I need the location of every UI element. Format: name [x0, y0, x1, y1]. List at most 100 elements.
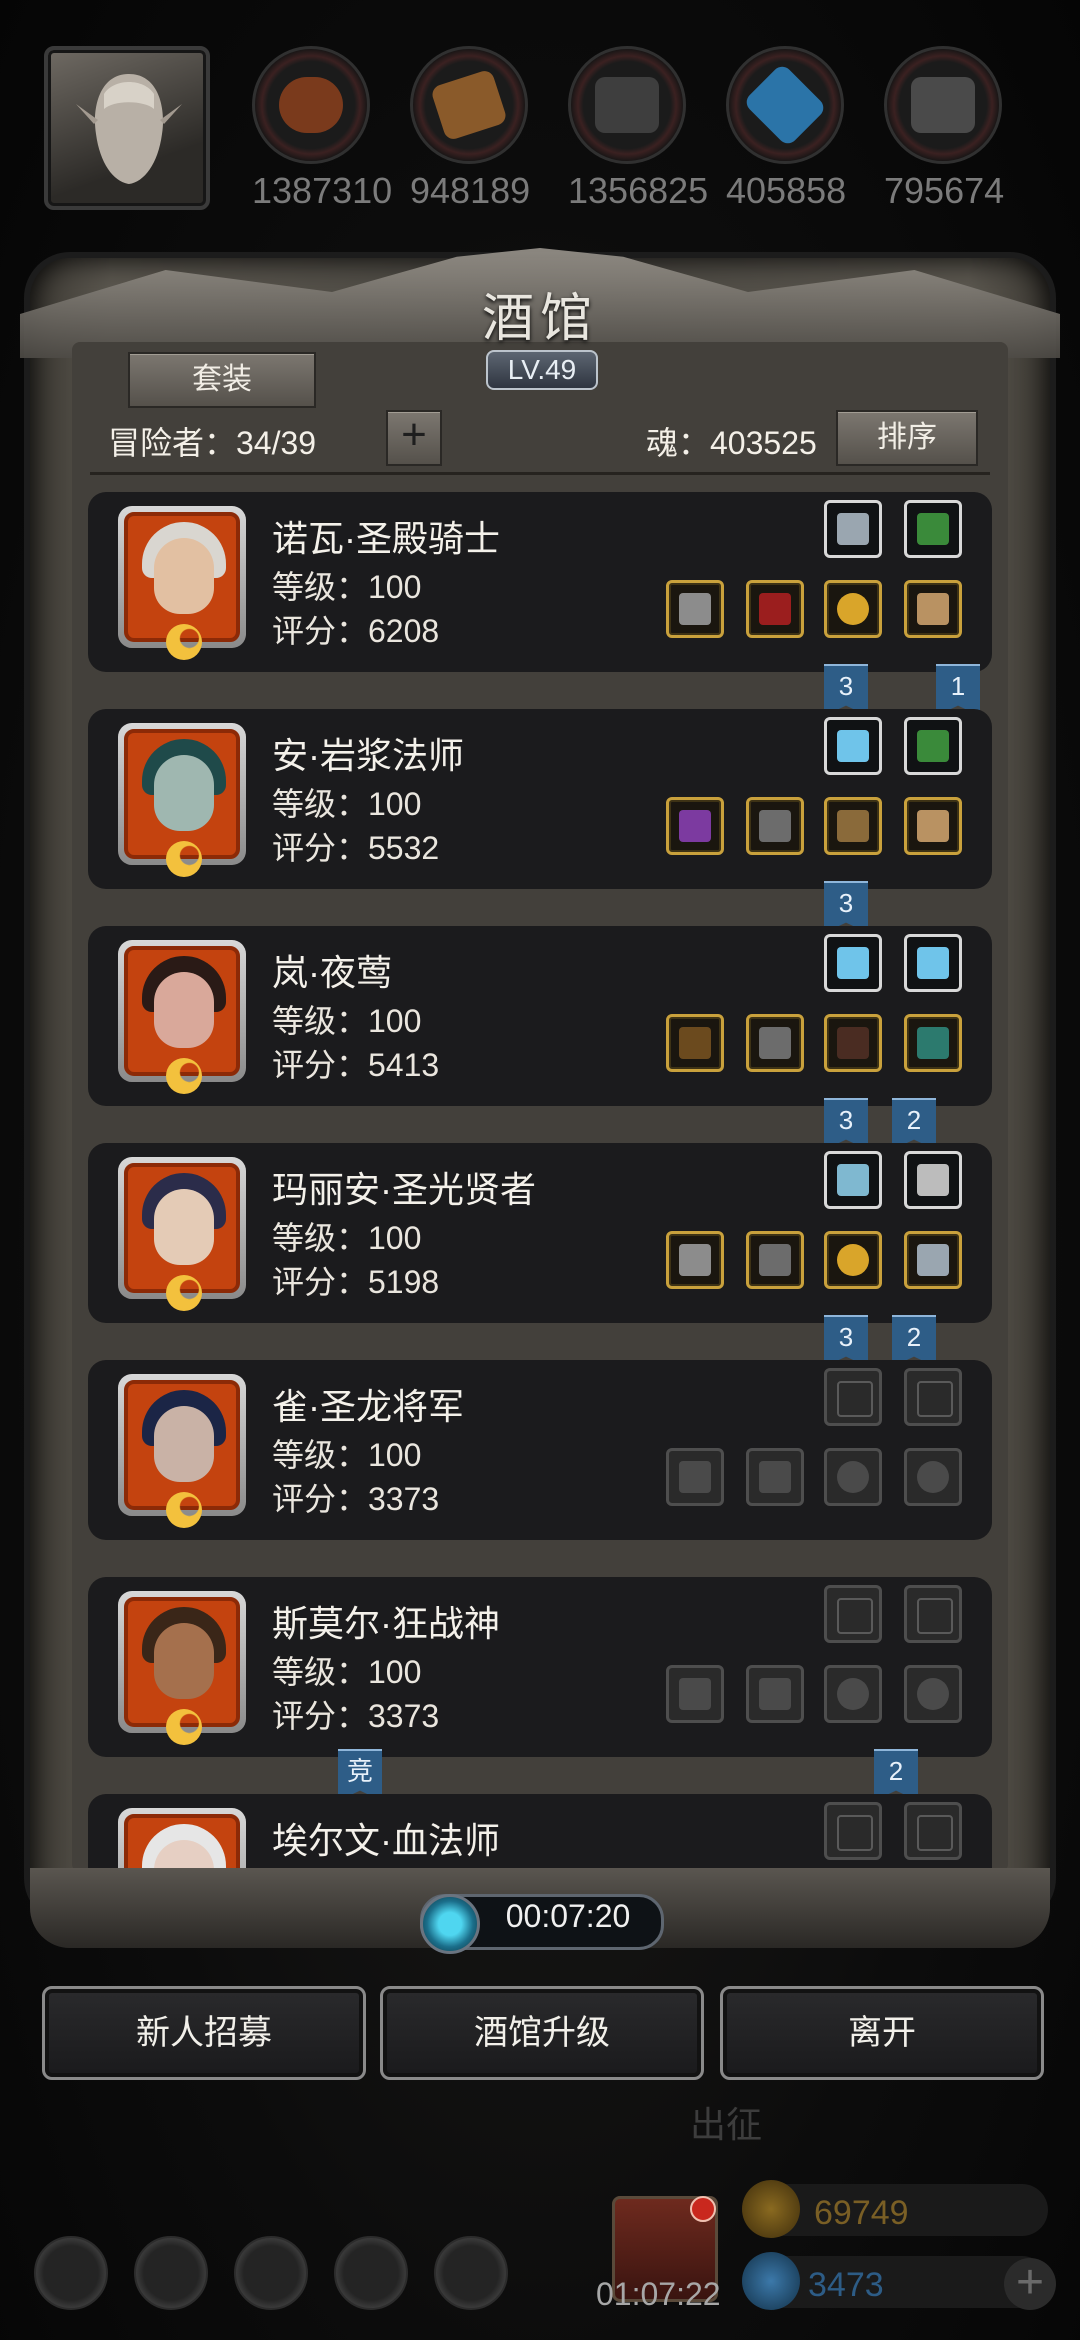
moon-icon: [166, 1058, 202, 1094]
scroll-icon: [917, 730, 949, 762]
hero-row[interactable]: 岚·夜莺 等级：100 评分：5413: [88, 926, 992, 1106]
bottom-equip-slot[interactable]: [746, 797, 804, 855]
top-equip-slot[interactable]: [824, 500, 882, 558]
hero-portrait[interactable]: [118, 506, 246, 660]
hero-portrait[interactable]: [118, 1157, 246, 1311]
bottom-equip-slot[interactable]: [824, 580, 882, 638]
necklace-icon: [837, 810, 869, 842]
empty-slot-icon: [917, 1598, 953, 1634]
bottom-equip-slot[interactable]: [746, 1014, 804, 1072]
hero-row[interactable]: 安·岩浆法师 等级：100 评分：5532: [88, 709, 992, 889]
resource-stone[interactable]: 795674: [884, 46, 1004, 212]
portrait-frame: [124, 1380, 240, 1510]
hero-row[interactable]: 雀·圣龙将军 等级：100 评分：3373: [88, 1360, 992, 1540]
top-equip-slot[interactable]: [824, 1802, 882, 1860]
top-equip-slot[interactable]: [904, 500, 962, 558]
robe-icon: [759, 593, 791, 625]
hero-score: 评分：3373: [272, 1481, 440, 1517]
hero-row[interactable]: 埃尔文·血法师: [88, 1794, 992, 1872]
bottom-equip-slot[interactable]: [904, 797, 962, 855]
hero-score: 评分：5198: [272, 1264, 440, 1300]
hero-row[interactable]: 斯莫尔·狂战神 等级：100 评分：3373: [88, 1577, 992, 1757]
ring-icon: [917, 1678, 949, 1710]
top-equip-slot[interactable]: [904, 1151, 962, 1209]
book-icon: [917, 1244, 949, 1276]
empty-slot-icon: [837, 1381, 873, 1417]
crystal-icon: [837, 730, 869, 762]
cloak-icon: [837, 1027, 869, 1059]
resource-iron[interactable]: 1356825: [568, 46, 709, 212]
top-equip-slot[interactable]: [824, 1151, 882, 1209]
bottom-equip-slot[interactable]: [904, 1448, 962, 1506]
ring-icon: [917, 1461, 949, 1493]
bottom-equip-slot[interactable]: [824, 797, 882, 855]
clock-icon: [420, 1894, 480, 1954]
hero-portrait[interactable]: [118, 723, 246, 877]
hero-name: 岚·夜莺: [272, 952, 392, 993]
top-equip-slot[interactable]: [824, 717, 882, 775]
recruit-button[interactable]: 新人招募: [42, 1986, 366, 2080]
bracer-icon: [917, 1027, 949, 1059]
bottom-equip-slot[interactable]: [746, 1665, 804, 1723]
sort-button[interactable]: 排序: [836, 410, 978, 466]
hero-face: [154, 1406, 214, 1482]
player-avatar[interactable]: [44, 46, 210, 210]
bottom-equip-slot[interactable]: [904, 580, 962, 638]
tavern-upgrade-button[interactable]: 酒馆升级: [380, 1986, 704, 2080]
bottom-equip-slot[interactable]: [904, 1665, 962, 1723]
hero-score: 评分：3373: [272, 1698, 440, 1734]
gear-icon: [34, 2236, 108, 2310]
leave-button[interactable]: 离开: [720, 1986, 1044, 2080]
top-equip-slot[interactable]: [904, 717, 962, 775]
resource-wood-value: 948189: [410, 170, 531, 211]
hero-portrait[interactable]: [118, 940, 246, 1094]
hero-list[interactable]: 诺瓦·圣殿骑士 等级：100 评分：6208 3 1 安·岩浆法师 等级：100 评分：553…: [88, 484, 992, 1872]
resource-meat[interactable]: 1387310: [252, 46, 392, 212]
top-equip-slot[interactable]: [824, 1368, 882, 1426]
scroll-icon: [917, 513, 949, 545]
top-equip-slot[interactable]: [904, 1368, 962, 1426]
bottom-equip-slot[interactable]: [746, 1448, 804, 1506]
bottom-equip-slot[interactable]: [666, 580, 724, 638]
hero-name: 诺瓦·圣殿骑士: [272, 518, 500, 559]
bottom-equip-slot[interactable]: [904, 1231, 962, 1289]
top-equip-slot[interactable]: [904, 934, 962, 992]
bottom-equip-slot[interactable]: [666, 1448, 724, 1506]
hero-name: 埃尔文·血法师: [272, 1820, 500, 1861]
add-capacity-button[interactable]: +: [386, 410, 442, 466]
suit-button[interactable]: 套装: [128, 352, 316, 408]
bottom-equip-slot[interactable]: [824, 1448, 882, 1506]
top-equip-slot[interactable]: [824, 934, 882, 992]
puzzle-icon: [434, 2236, 508, 2310]
resource-wood[interactable]: 948189: [410, 46, 531, 212]
mail-icon: [334, 2236, 408, 2310]
bottom-equip-slot[interactable]: [746, 580, 804, 638]
top-equip-slot[interactable]: [904, 1585, 962, 1643]
crystal-icon: [917, 947, 949, 979]
hero-portrait[interactable]: [118, 1591, 246, 1745]
bottom-equip-slot[interactable]: [666, 797, 724, 855]
hero-portrait[interactable]: [118, 1808, 246, 1872]
hero-face: [154, 1623, 214, 1699]
bottom-equip-slot[interactable]: [746, 1231, 804, 1289]
bottom-equip-slot[interactable]: [904, 1014, 962, 1072]
ring-icon: [837, 1678, 869, 1710]
bottom-equip-slot[interactable]: [824, 1665, 882, 1723]
bottom-equip-slot[interactable]: [824, 1231, 882, 1289]
tavern-level-badge: LV.49: [486, 350, 598, 390]
top-equip-slot[interactable]: [904, 1802, 962, 1860]
bottom-equip-slot[interactable]: [666, 1014, 724, 1072]
hero-row[interactable]: 玛丽安·圣光贤者 等级：100 评分：5198: [88, 1143, 992, 1323]
hero-score: 评分：6208: [272, 613, 440, 649]
bottom-equip-slot[interactable]: [666, 1231, 724, 1289]
top-equip-slot[interactable]: [824, 1585, 882, 1643]
hero-portrait[interactable]: [118, 1374, 246, 1528]
empty-slot-icon: [917, 1815, 953, 1851]
moon-icon: [166, 1275, 202, 1311]
bottom-equip-slot[interactable]: [824, 1014, 882, 1072]
bottom-equip-slot[interactable]: [666, 1665, 724, 1723]
stone-icon: [884, 46, 1002, 164]
hero-row[interactable]: 诺瓦·圣殿骑士 等级：100 评分：6208: [88, 492, 992, 672]
resource-iron-value: 1356825: [568, 170, 709, 211]
resource-crystal[interactable]: 405858: [726, 46, 846, 212]
